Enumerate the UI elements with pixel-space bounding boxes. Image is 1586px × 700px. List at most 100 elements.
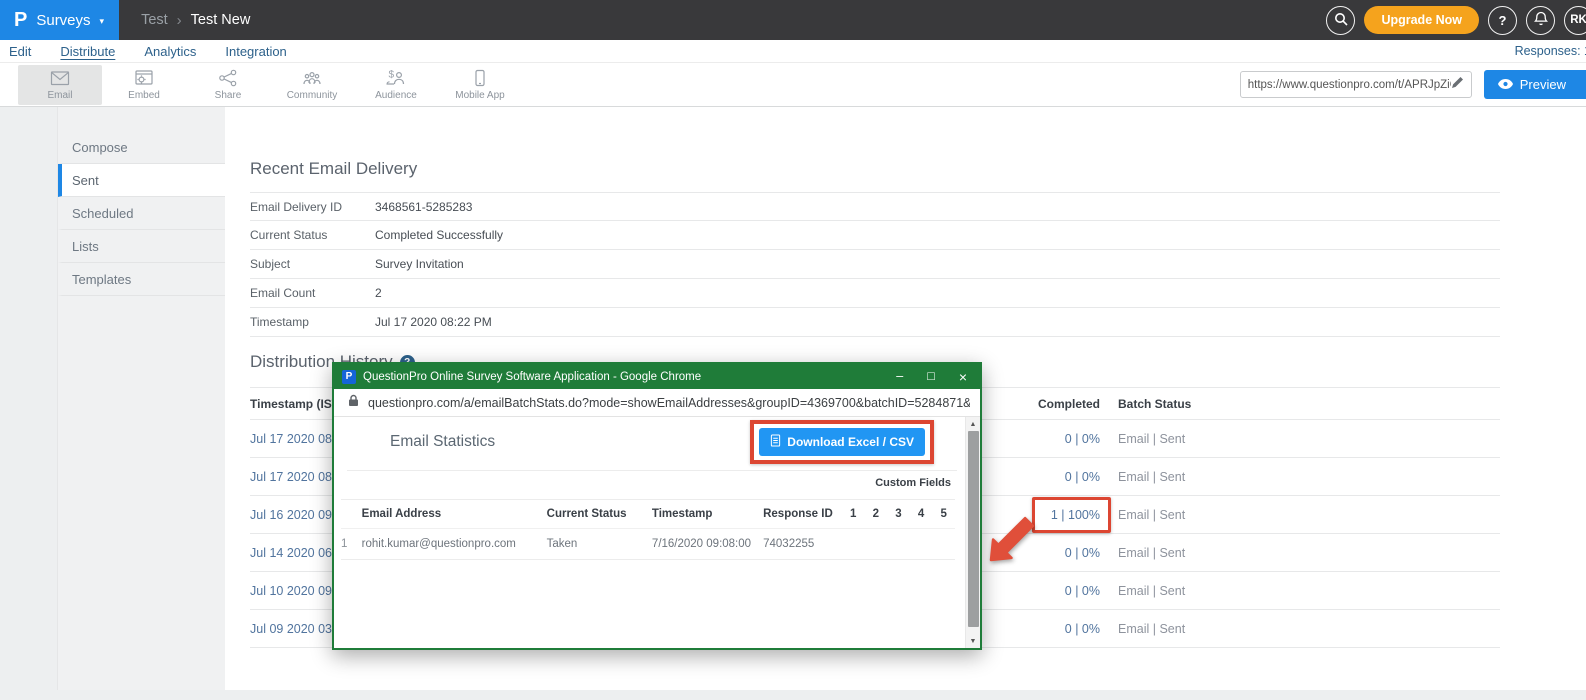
share-icon [217, 68, 239, 88]
tab-edit[interactable]: Edit [9, 44, 31, 59]
recent-delivery-table: Email Delivery ID3468561-5285283Current … [250, 192, 1500, 337]
tab-distribute[interactable]: Distribute [60, 44, 115, 59]
notifications-button[interactable] [1526, 6, 1555, 35]
current-status-cell: Taken [547, 538, 652, 550]
toolbar-item-label: Embed [128, 90, 160, 101]
field-label: Subject [250, 257, 375, 271]
scroll-up-icon[interactable]: ▲ [966, 417, 980, 431]
user-avatar[interactable]: RK [1564, 6, 1586, 35]
download-excel-csv-button[interactable]: Download Excel / CSV [759, 428, 925, 456]
sidebar-item-compose[interactable]: Compose [58, 131, 225, 164]
info-row-subject: SubjectSurvey Invitation [250, 250, 1500, 279]
pencil-icon [1451, 76, 1464, 94]
page-left-margin [0, 107, 57, 690]
toolbar-item-mobile-app[interactable]: Mobile App [438, 65, 522, 105]
preview-button[interactable]: Preview [1484, 70, 1586, 99]
survey-url-input[interactable] [1248, 79, 1451, 91]
info-row-timestamp: TimestampJul 17 2020 08:22 PM [250, 308, 1500, 337]
field-label: Timestamp [250, 315, 375, 329]
email-sidebar: ComposeSentScheduledListsTemplates [57, 107, 225, 690]
window-controls: – □ × [896, 370, 967, 384]
email-stats-row: 1rohit.kumar@questionpro.comTaken7/16/20… [341, 529, 955, 560]
field-label: Current Status [250, 228, 375, 242]
popup-header-current-status: Current Status [547, 508, 652, 520]
surveys-menu-label: Surveys [36, 12, 90, 29]
row-index: 1 [341, 538, 362, 550]
survey-url-box [1240, 71, 1472, 98]
popup-header-custom-field-3: 3 [887, 508, 910, 520]
download-button-label: Download Excel / CSV [787, 435, 914, 449]
field-value: Completed Successfully [375, 228, 503, 242]
embed-icon [133, 68, 155, 88]
field-value: Jul 17 2020 08:22 PM [375, 315, 492, 329]
upgrade-now-button[interactable]: Upgrade Now [1364, 6, 1479, 34]
toolbar-item-label: Community [287, 90, 338, 101]
mobile-icon [469, 68, 491, 88]
eye-icon [1498, 77, 1513, 92]
field-label: Email Delivery ID [250, 200, 375, 214]
community-icon [301, 68, 323, 88]
completed-value: 0 | 0% [1065, 622, 1100, 636]
maximize-button[interactable]: □ [927, 370, 935, 383]
popup-header-email-address: Email Address [362, 508, 547, 520]
help-button[interactable]: ? [1488, 6, 1517, 35]
toolbar-item-audience[interactable]: $Audience [354, 65, 438, 105]
info-row-current-status: Current StatusCompleted Successfully [250, 221, 1500, 250]
svg-text:$: $ [389, 70, 395, 81]
batch-status-cell: Email | Sent [1118, 508, 1185, 522]
sidebar-item-lists[interactable]: Lists [58, 230, 225, 263]
preview-button-label: Preview [1520, 77, 1566, 92]
field-value: Survey Invitation [375, 257, 464, 271]
recent-delivery-title: Recent Email Delivery [250, 159, 1586, 179]
popup-url-text[interactable]: questionpro.com/a/emailBatchStats.do?mod… [368, 396, 970, 410]
section-tabs: Edit Distribute Analytics Integration Respo… [0, 40, 1586, 63]
tabs-list: Edit Distribute Analytics Integration [9, 44, 316, 59]
completed-value: 0 | 0% [1065, 470, 1100, 484]
timestamp-cell: 7/16/2020 09:08:00 [652, 538, 763, 550]
breadcrumb-parent[interactable]: Test [141, 12, 168, 28]
lock-icon [348, 394, 359, 412]
popup-body: Email Statistics Download Excel / CSV Cu… [334, 417, 980, 648]
email-stats-table-header: Email AddressCurrent StatusTimestampResp… [341, 499, 955, 529]
email-stats-table: Email AddressCurrent StatusTimestampResp… [334, 499, 955, 560]
completed-value: 0 | 0% [1065, 546, 1100, 560]
scroll-down-icon[interactable]: ▼ [966, 634, 980, 648]
email-stats-rows: 1rohit.kumar@questionpro.comTaken7/16/20… [341, 529, 955, 560]
popup-header-timestamp: Timestamp [652, 508, 763, 520]
scrollbar-thumb[interactable] [968, 431, 979, 627]
toolbar-item-email[interactable]: Email [18, 65, 102, 105]
popup-titlebar[interactable]: P QuestionPro Online Survey Software App… [334, 364, 980, 389]
edit-url-button[interactable] [1451, 76, 1464, 94]
toolbar-right: Preview [1240, 70, 1586, 99]
close-button[interactable]: × [959, 370, 967, 384]
popup-header-custom-field-2: 2 [864, 508, 887, 520]
field-value: 2 [375, 286, 382, 300]
batch-status-cell: Email | Sent [1118, 470, 1185, 484]
field-value: 3468561-5285283 [375, 200, 472, 214]
toolbar-item-label: Share [215, 90, 242, 101]
chevron-right-icon: › [177, 12, 182, 29]
toolbar-item-community[interactable]: Community [270, 65, 354, 105]
toolbar-item-share[interactable]: Share [186, 65, 270, 105]
navbar-actions: Upgrade Now ? RK [1326, 6, 1586, 35]
popup-header-response-id: Response ID [763, 508, 842, 520]
responses-count[interactable]: Responses: 1 [1515, 44, 1586, 58]
completed-value: 0 | 0% [1065, 432, 1100, 446]
annotation-rect-completed: 1 | 100% [1032, 497, 1111, 533]
search-button[interactable] [1326, 6, 1355, 35]
sidebar-item-scheduled[interactable]: Scheduled [58, 197, 225, 230]
excel-file-icon [770, 434, 781, 450]
tab-integration[interactable]: Integration [225, 44, 286, 59]
response-id-cell: 74032255 [763, 538, 842, 550]
tab-analytics[interactable]: Analytics [144, 44, 196, 59]
sidebar-item-sent[interactable]: Sent [58, 164, 225, 197]
surveys-menu[interactable]: P Surveys ▾ [0, 0, 119, 40]
toolbar-item-embed[interactable]: Embed [102, 65, 186, 105]
popup-scrollbar[interactable]: ▲ ▼ [965, 417, 980, 648]
batch-status-cell: Email | Sent [1118, 432, 1185, 446]
minimize-button[interactable]: – [896, 370, 903, 383]
email-address-cell: rohit.kumar@questionpro.com [362, 538, 547, 550]
sidebar-item-templates[interactable]: Templates [58, 263, 225, 296]
header-batch-status: Batch Status [1118, 397, 1191, 411]
email-statistics-heading: Email Statistics [390, 433, 495, 451]
